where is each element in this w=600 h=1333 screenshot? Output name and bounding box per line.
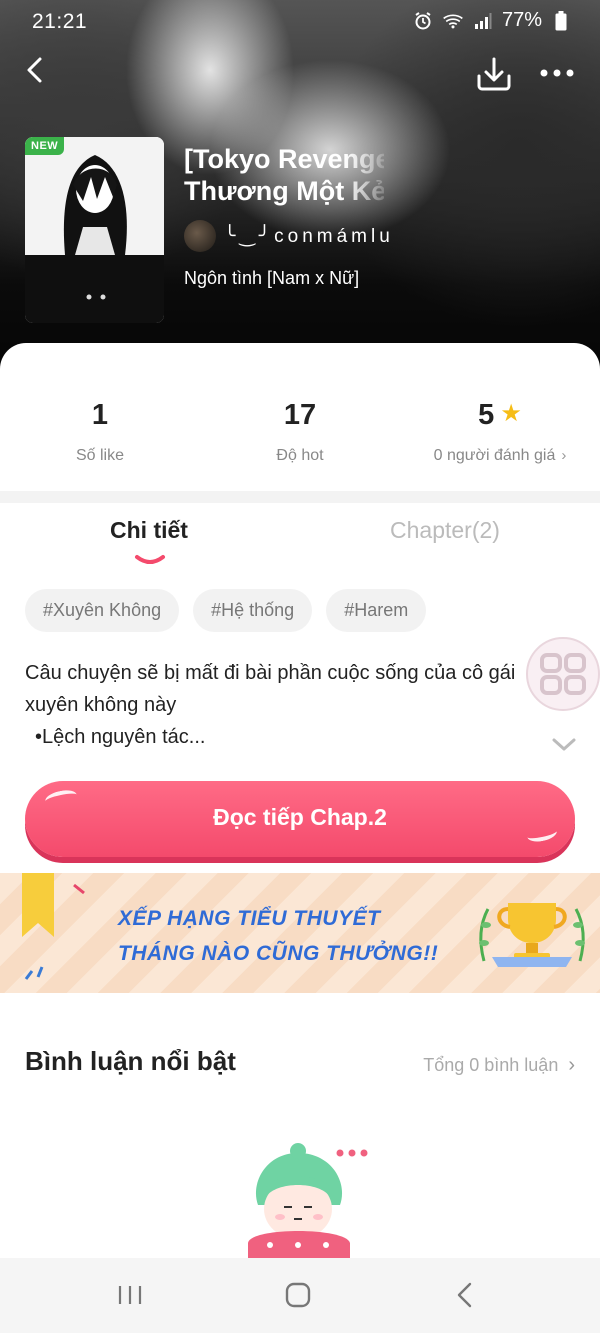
battery-icon <box>550 10 572 32</box>
status-icons: 77% <box>412 9 572 32</box>
banner-line-1: XẾP HẠNG TIỂU THUYẾT <box>118 907 381 930</box>
battery-percent: 77% <box>501 9 542 31</box>
system-navigation-bar <box>0 1258 600 1333</box>
author-avatar[interactable] <box>184 220 216 252</box>
stats-row: 1 Số like 17 Độ hot 5 ★ 0 người đánh giá › <box>0 343 600 491</box>
status-time: 21:21 <box>32 10 88 33</box>
cover-dark-panel <box>25 255 164 323</box>
stat-rating-label[interactable]: 0 người đánh giá › <box>400 447 600 465</box>
more-options-button[interactable] <box>536 58 578 88</box>
chevron-right-icon: › <box>568 1054 575 1076</box>
story-title-line-2: Thương Một Kẻ <box>184 176 384 206</box>
new-badge: NEW <box>25 137 65 155</box>
confetti-icon <box>73 883 85 895</box>
comments-section-title: Bình luận nổi bật <box>25 1046 236 1076</box>
tab-chapter[interactable]: Chapter(2) <box>390 517 500 544</box>
alarm-icon <box>412 10 434 32</box>
rating-number: 5 <box>478 399 495 431</box>
floating-menu-button[interactable] <box>526 637 600 711</box>
status-bar: 21:21 77% <box>0 0 600 44</box>
tab-active-indicator <box>135 555 165 564</box>
description-line: •Lệch nguyên tác... <box>35 726 206 748</box>
description-line: xuyên không này <box>25 694 177 716</box>
chevron-left-icon <box>27 57 42 83</box>
trophy-icon <box>479 903 585 967</box>
expand-chevron-icon[interactable] <box>550 735 578 753</box>
tag-chip[interactable]: #Xuyên Không <box>25 589 180 632</box>
chevron-right-icon: › <box>561 447 567 464</box>
tag-list: #Xuyên Không #Hệ thống #Harem <box>25 589 427 632</box>
wifi-icon <box>442 10 464 32</box>
story-detail-card: 1 Số like 17 Độ hot 5 ★ 0 người đánh giá ›… <box>0 343 600 1333</box>
star-icon: ★ <box>500 400 522 427</box>
stat-hot-label: Độ hot <box>276 447 324 464</box>
story-cover: NEW <box>25 137 164 323</box>
empty-comments-mascot <box>248 1143 368 1263</box>
stat-rating-value: 5 ★ <box>400 399 600 432</box>
comments-total-text: Tổng 0 bình luận <box>423 1055 559 1075</box>
story-header: 21:21 77% NEW [Tokyo Revenge Thương Một … <box>0 0 600 380</box>
story-genre: Ngôn tình [Nam x Nữ] <box>184 268 360 288</box>
continue-reading-label: Đọc tiếp Chap.2 <box>213 804 387 830</box>
nav-back-icon[interactable] <box>448 1278 484 1312</box>
detail-tabs: Chi tiết Chapter(2) <box>0 503 600 573</box>
recent-apps-icon[interactable] <box>112 1278 148 1312</box>
back-button[interactable] <box>18 52 54 88</box>
stat-hot-value: 17 <box>283 399 317 431</box>
tag-chip[interactable]: #Harem <box>326 589 427 632</box>
continue-reading-button[interactable]: Đọc tiếp Chap.2 <box>25 781 575 857</box>
section-divider <box>0 491 600 503</box>
stat-rating[interactable]: 5 ★ 0 người đánh giá › <box>400 343 600 491</box>
grid-icon <box>540 653 586 695</box>
home-icon[interactable] <box>280 1278 316 1312</box>
download-icon <box>477 57 511 91</box>
ranking-banner[interactable]: XẾP HẠNG TIỂU THUYẾT THÁNG NÀO CŨNG THƯỞ… <box>0 873 600 993</box>
stat-hot: 17 Độ hot <box>200 343 400 491</box>
author-row[interactable]: ╰‿╯conmámlu <box>184 220 404 252</box>
bookmark-icon <box>22 873 54 937</box>
author-name[interactable]: ╰‿╯conmámlu <box>224 225 394 248</box>
confetti-icon <box>24 966 44 980</box>
tag-chip[interactable]: #Hệ thống <box>193 589 313 632</box>
description-line: Câu chuyện sẽ bị mất đi bài phần cuộc số… <box>25 662 516 684</box>
tab-detail[interactable]: Chi tiết <box>110 517 188 544</box>
story-title: [Tokyo Revenge Thương Một Kẻ <box>184 143 384 207</box>
story-title-line-1: [Tokyo Revenge <box>184 144 384 174</box>
rating-count-text: 0 người đánh giá <box>433 447 556 464</box>
story-description: Câu chuyện sẽ bị mất đi bài phần cuộc số… <box>25 657 545 753</box>
stat-likes: 1 Số like <box>0 343 200 491</box>
download-button[interactable] <box>474 54 514 94</box>
banner-text: XẾP HẠNG TIỂU THUYẾT THÁNG NÀO CŨNG THƯỞ… <box>118 901 438 971</box>
more-dots-icon <box>540 69 574 77</box>
stat-likes-label: Số like <box>75 447 125 464</box>
signal-icon <box>472 10 494 32</box>
comments-total-link[interactable]: Tổng 0 bình luận › <box>423 1054 575 1077</box>
banner-line-2: THÁNG NÀO CŨNG THƯỞNG!! <box>118 942 439 965</box>
stat-likes-value: 1 <box>91 399 109 431</box>
